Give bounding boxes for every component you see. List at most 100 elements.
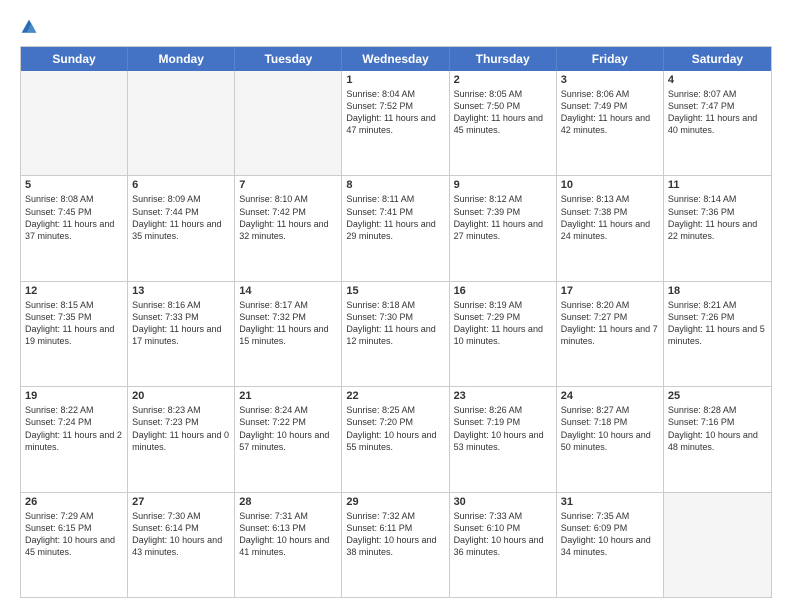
- calendar-cell: 25 Sunrise: 8:28 AM Sunset: 7:16 PM Dayli…: [664, 387, 771, 491]
- calendar-cell: 12Sunrise: 8:15 AM Sunset: 7:35 PM Dayli…: [21, 282, 128, 386]
- day-number: 2: [454, 74, 552, 86]
- cell-info: Sunrise: 8:28 AM Sunset: 7:16 PM Dayligh…: [668, 404, 767, 453]
- calendar-cell: 3 Sunrise: 8:06 AM Sunset: 7:49 PM Daylig…: [557, 71, 664, 175]
- cell-info: Sunrise: 8:19 AM Sunset: 7:29 PM Dayligh…: [454, 299, 552, 348]
- calendar-cell: 23Sunrise: 8:26 AM Sunset: 7:19 PM Dayli…: [450, 387, 557, 491]
- cell-info: Sunrise: 8:08 AM Sunset: 7:45 PM Dayligh…: [25, 193, 123, 242]
- day-number: 21: [239, 390, 337, 402]
- day-number: 19: [25, 390, 123, 402]
- cell-info: Sunrise: 8:06 AM Sunset: 7:49 PM Dayligh…: [561, 88, 659, 137]
- day-number: 3: [561, 74, 659, 86]
- day-number: 26: [25, 496, 123, 508]
- cell-info: Sunrise: 8:25 AM Sunset: 7:20 PM Dayligh…: [346, 404, 444, 453]
- cell-info: Sunrise: 8:20 AM Sunset: 7:27 PM Dayligh…: [561, 299, 659, 348]
- calendar-body: 1Sunrise: 8:04 AM Sunset: 7:52 PM Daylig…: [21, 71, 771, 597]
- day-number: 13: [132, 285, 230, 297]
- calendar-cell: 4 Sunrise: 8:07 AM Sunset: 7:47 PM Daylig…: [664, 71, 771, 175]
- calendar-cell: 2 Sunrise: 8:05 AM Sunset: 7:50 PM Daylig…: [450, 71, 557, 175]
- day-number: 4: [668, 74, 767, 86]
- calendar-cell: 17Sunrise: 8:20 AM Sunset: 7:27 PM Dayli…: [557, 282, 664, 386]
- day-number: 25: [668, 390, 767, 402]
- cell-info: Sunrise: 8:11 AM Sunset: 7:41 PM Dayligh…: [346, 193, 444, 242]
- calendar: SundayMondayTuesdayWednesdayThursdayFrid…: [20, 46, 772, 598]
- day-number: 5: [25, 179, 123, 191]
- calendar-cell: [235, 71, 342, 175]
- day-number: 14: [239, 285, 337, 297]
- calendar-cell: 15Sunrise: 8:18 AM Sunset: 7:30 PM Dayli…: [342, 282, 449, 386]
- calendar-cell: 8 Sunrise: 8:11 AM Sunset: 7:41 PM Daylig…: [342, 176, 449, 280]
- cell-info: Sunrise: 8:04 AM Sunset: 7:52 PM Dayligh…: [346, 88, 444, 137]
- day-number: 16: [454, 285, 552, 297]
- calendar-row: 5 Sunrise: 8:08 AM Sunset: 7:45 PM Daylig…: [21, 175, 771, 280]
- cell-info: Sunrise: 7:35 AM Sunset: 6:09 PM Dayligh…: [561, 510, 659, 559]
- day-number: 8: [346, 179, 444, 191]
- calendar-cell: 26Sunrise: 7:29 AM Sunset: 6:15 PM Dayli…: [21, 493, 128, 597]
- cell-info: Sunrise: 7:32 AM Sunset: 6:11 PM Dayligh…: [346, 510, 444, 559]
- cell-info: Sunrise: 8:27 AM Sunset: 7:18 PM Dayligh…: [561, 404, 659, 453]
- cell-info: Sunrise: 8:18 AM Sunset: 7:30 PM Dayligh…: [346, 299, 444, 348]
- calendar-cell: 16 Sunrise: 8:19 AM Sunset: 7:29 PM Dayli…: [450, 282, 557, 386]
- calendar-header: SundayMondayTuesdayWednesdayThursdayFrid…: [21, 47, 771, 71]
- calendar-cell: 22 Sunrise: 8:25 AM Sunset: 7:20 PM Dayli…: [342, 387, 449, 491]
- logo-icon: [20, 18, 38, 36]
- calendar-cell: 21 Sunrise: 8:24 AM Sunset: 7:22 PM Dayli…: [235, 387, 342, 491]
- calendar-cell: 19Sunrise: 8:22 AM Sunset: 7:24 PM Dayli…: [21, 387, 128, 491]
- cell-info: Sunrise: 8:17 AM Sunset: 7:32 PM Dayligh…: [239, 299, 337, 348]
- calendar-cell: 28Sunrise: 7:31 AM Sunset: 6:13 PM Dayli…: [235, 493, 342, 597]
- day-number: 31: [561, 496, 659, 508]
- day-number: 23: [454, 390, 552, 402]
- day-number: 18: [668, 285, 767, 297]
- weekday-header: Tuesday: [235, 47, 342, 71]
- day-number: 7: [239, 179, 337, 191]
- weekday-header: Friday: [557, 47, 664, 71]
- page: SundayMondayTuesdayWednesdayThursdayFrid…: [0, 0, 792, 612]
- calendar-cell: [664, 493, 771, 597]
- calendar-cell: 14 Sunrise: 8:17 AM Sunset: 7:32 PM Dayli…: [235, 282, 342, 386]
- weekday-header: Saturday: [664, 47, 771, 71]
- day-number: 30: [454, 496, 552, 508]
- calendar-cell: [128, 71, 235, 175]
- calendar-cell: 27 Sunrise: 7:30 AM Sunset: 6:14 PM Dayli…: [128, 493, 235, 597]
- calendar-cell: 7Sunrise: 8:10 AM Sunset: 7:42 PM Daylig…: [235, 176, 342, 280]
- cell-info: Sunrise: 7:30 AM Sunset: 6:14 PM Dayligh…: [132, 510, 230, 559]
- day-number: 20: [132, 390, 230, 402]
- cell-info: Sunrise: 8:09 AM Sunset: 7:44 PM Dayligh…: [132, 193, 230, 242]
- weekday-header: Monday: [128, 47, 235, 71]
- day-number: 27: [132, 496, 230, 508]
- cell-info: Sunrise: 7:31 AM Sunset: 6:13 PM Dayligh…: [239, 510, 337, 559]
- cell-info: Sunrise: 8:05 AM Sunset: 7:50 PM Dayligh…: [454, 88, 552, 137]
- cell-info: Sunrise: 8:14 AM Sunset: 7:36 PM Dayligh…: [668, 193, 767, 242]
- calendar-row: 26Sunrise: 7:29 AM Sunset: 6:15 PM Dayli…: [21, 492, 771, 597]
- cell-info: Sunrise: 8:16 AM Sunset: 7:33 PM Dayligh…: [132, 299, 230, 348]
- calendar-cell: 6Sunrise: 8:09 AM Sunset: 7:44 PM Daylig…: [128, 176, 235, 280]
- cell-info: Sunrise: 8:21 AM Sunset: 7:26 PM Dayligh…: [668, 299, 767, 348]
- calendar-cell: 24 Sunrise: 8:27 AM Sunset: 7:18 PM Dayli…: [557, 387, 664, 491]
- cell-info: Sunrise: 8:13 AM Sunset: 7:38 PM Dayligh…: [561, 193, 659, 242]
- day-number: 10: [561, 179, 659, 191]
- calendar-cell: [21, 71, 128, 175]
- cell-info: Sunrise: 8:15 AM Sunset: 7:35 PM Dayligh…: [25, 299, 123, 348]
- cell-info: Sunrise: 8:23 AM Sunset: 7:23 PM Dayligh…: [132, 404, 230, 453]
- calendar-cell: 30 Sunrise: 7:33 AM Sunset: 6:10 PM Dayli…: [450, 493, 557, 597]
- day-number: 11: [668, 179, 767, 191]
- calendar-cell: 9 Sunrise: 8:12 AM Sunset: 7:39 PM Daylig…: [450, 176, 557, 280]
- weekday-header: Wednesday: [342, 47, 449, 71]
- calendar-cell: 11 Sunrise: 8:14 AM Sunset: 7:36 PM Dayli…: [664, 176, 771, 280]
- calendar-row: 1Sunrise: 8:04 AM Sunset: 7:52 PM Daylig…: [21, 71, 771, 175]
- cell-info: Sunrise: 8:24 AM Sunset: 7:22 PM Dayligh…: [239, 404, 337, 453]
- day-number: 24: [561, 390, 659, 402]
- calendar-row: 12Sunrise: 8:15 AM Sunset: 7:35 PM Dayli…: [21, 281, 771, 386]
- cell-info: Sunrise: 8:12 AM Sunset: 7:39 PM Dayligh…: [454, 193, 552, 242]
- calendar-cell: 1Sunrise: 8:04 AM Sunset: 7:52 PM Daylig…: [342, 71, 449, 175]
- calendar-cell: 29 Sunrise: 7:32 AM Sunset: 6:11 PM Dayli…: [342, 493, 449, 597]
- calendar-cell: 18 Sunrise: 8:21 AM Sunset: 7:26 PM Dayli…: [664, 282, 771, 386]
- calendar-cell: 13 Sunrise: 8:16 AM Sunset: 7:33 PM Dayli…: [128, 282, 235, 386]
- day-number: 29: [346, 496, 444, 508]
- day-number: 9: [454, 179, 552, 191]
- calendar-cell: 20 Sunrise: 8:23 AM Sunset: 7:23 PM Dayli…: [128, 387, 235, 491]
- cell-info: Sunrise: 7:33 AM Sunset: 6:10 PM Dayligh…: [454, 510, 552, 559]
- day-number: 22: [346, 390, 444, 402]
- calendar-cell: 31 Sunrise: 7:35 AM Sunset: 6:09 PM Dayli…: [557, 493, 664, 597]
- logo: [20, 18, 42, 36]
- cell-info: Sunrise: 8:07 AM Sunset: 7:47 PM Dayligh…: [668, 88, 767, 137]
